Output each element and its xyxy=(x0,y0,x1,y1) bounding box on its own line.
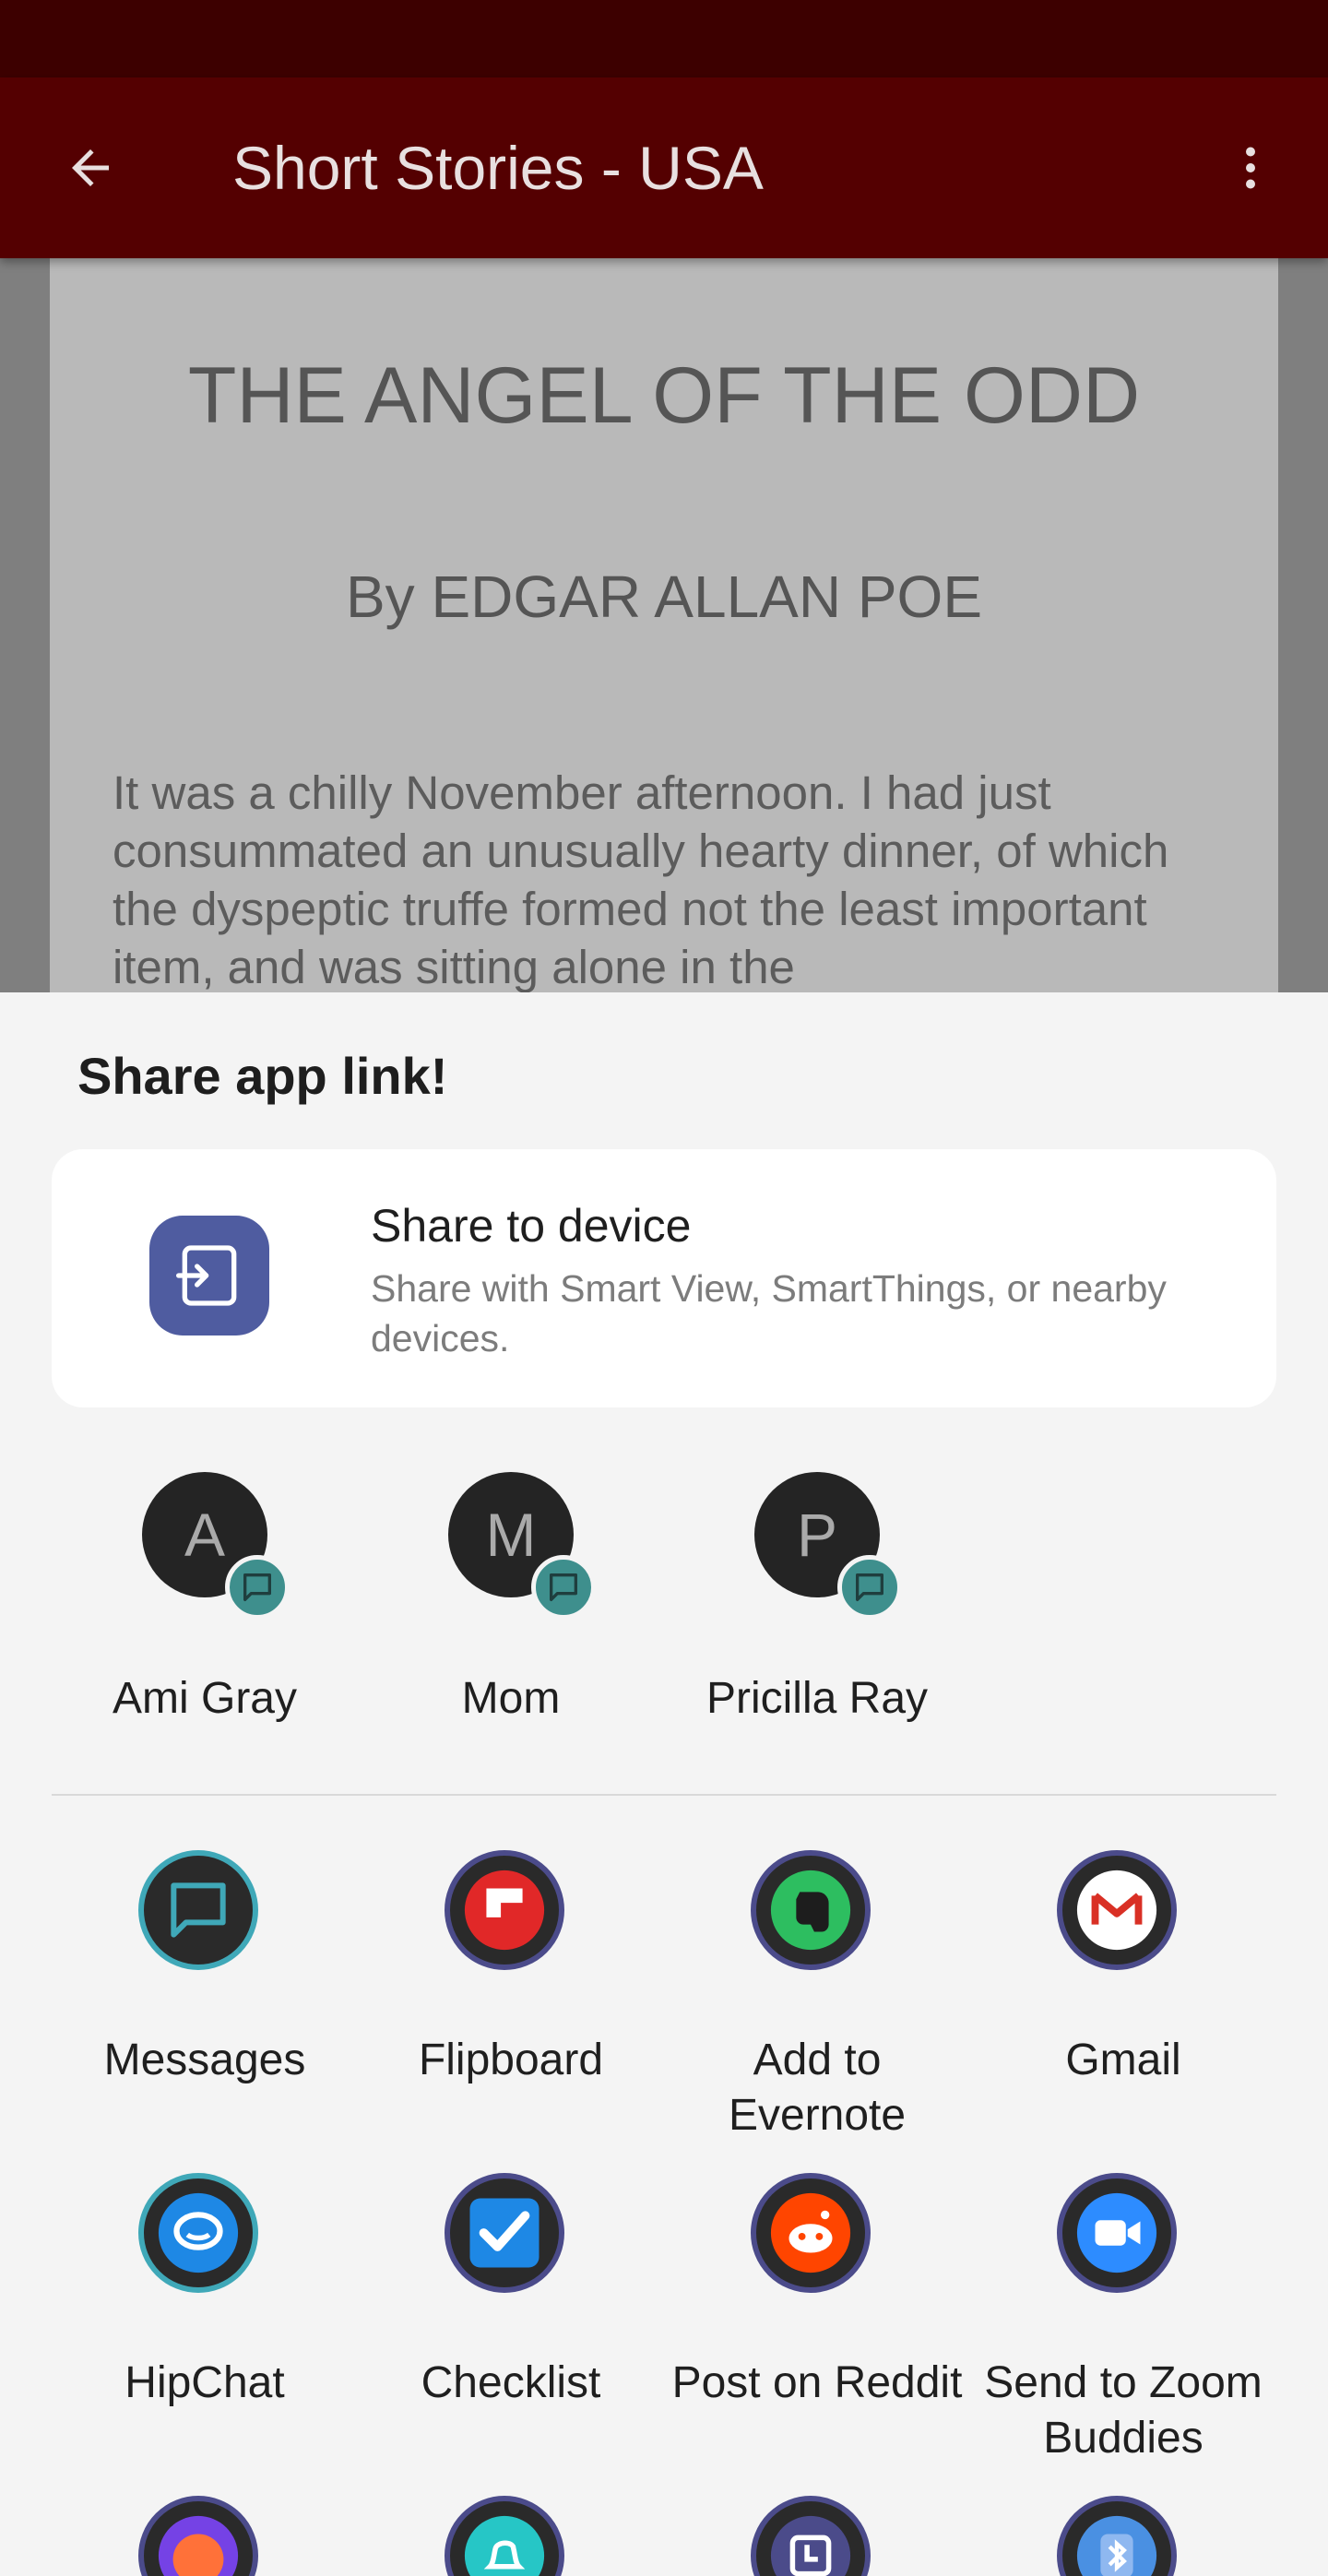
hipchat-icon xyxy=(138,2173,258,2293)
notification-icon xyxy=(445,2496,564,2576)
arrow-left-icon xyxy=(72,149,109,186)
contact-name: Ami Gray xyxy=(112,1674,297,1723)
zoom-icon xyxy=(1057,2173,1177,2293)
story-author: By EDGAR ALLAN POE xyxy=(345,564,983,630)
story-title: THE ANGEL OF THE ODD xyxy=(187,351,1141,440)
app-label: Gmail xyxy=(1065,2036,1181,2084)
app-label: Post on Reddit xyxy=(671,2358,963,2407)
message-badge-icon xyxy=(531,1555,596,1620)
contact-name: Mom xyxy=(461,1674,561,1723)
app-bar: Short Stories - USA xyxy=(0,77,1328,258)
app-label: Flipboard xyxy=(418,2036,604,2084)
message-badge-icon xyxy=(837,1555,902,1620)
share-to-device-title: Share to device xyxy=(371,1200,692,1252)
article-card: THE ANGEL OF THE ODD By EDGAR ALLAN POE … xyxy=(50,258,1278,996)
share-sheet-title: Share app link! xyxy=(77,1047,448,1105)
app-label: Send to Zoom Buddies xyxy=(984,2358,1263,2463)
overflow-menu-button[interactable] xyxy=(1214,122,1287,214)
bluetooth-icon xyxy=(1057,2496,1177,2576)
app-label: HipChat xyxy=(125,2358,285,2407)
divider xyxy=(52,1794,1276,1796)
firefox-icon xyxy=(138,2496,258,2576)
clock-icon xyxy=(751,2496,871,2576)
app-label: Messages xyxy=(103,2036,306,2084)
flipboard-icon xyxy=(445,1850,564,1970)
direct-share-contacts: A Ami Gray M Mom P Pricilla Ray xyxy=(0,1472,1328,1749)
app-label: Checklist xyxy=(421,2358,601,2407)
share-to-device-icon xyxy=(149,1216,269,1335)
evernote-icon xyxy=(751,1850,871,1970)
checklist-icon xyxy=(445,2173,564,2293)
reddit-icon xyxy=(751,2173,871,2293)
story-text: It was a chilly November afternoon. I ha… xyxy=(113,766,1169,993)
share-to-device-subtitle: Share with Smart View, SmartThings, or n… xyxy=(371,1267,1167,1359)
share-sheet: Share app link! Share to device Share wi… xyxy=(0,992,1328,2576)
more-vert-icon xyxy=(1246,147,1255,189)
app-label: Add to Evernote xyxy=(728,2036,907,2140)
messages-icon xyxy=(138,1850,258,1970)
message-badge-icon xyxy=(225,1555,290,1620)
contact-name: Pricilla Ray xyxy=(706,1674,929,1723)
back-button[interactable] xyxy=(44,122,136,214)
status-bar xyxy=(0,0,1328,77)
share-to-device-card[interactable]: Share to device Share with Smart View, S… xyxy=(52,1149,1276,1407)
app-title: Short Stories - USA xyxy=(232,134,764,202)
gmail-icon xyxy=(1057,1850,1177,1970)
